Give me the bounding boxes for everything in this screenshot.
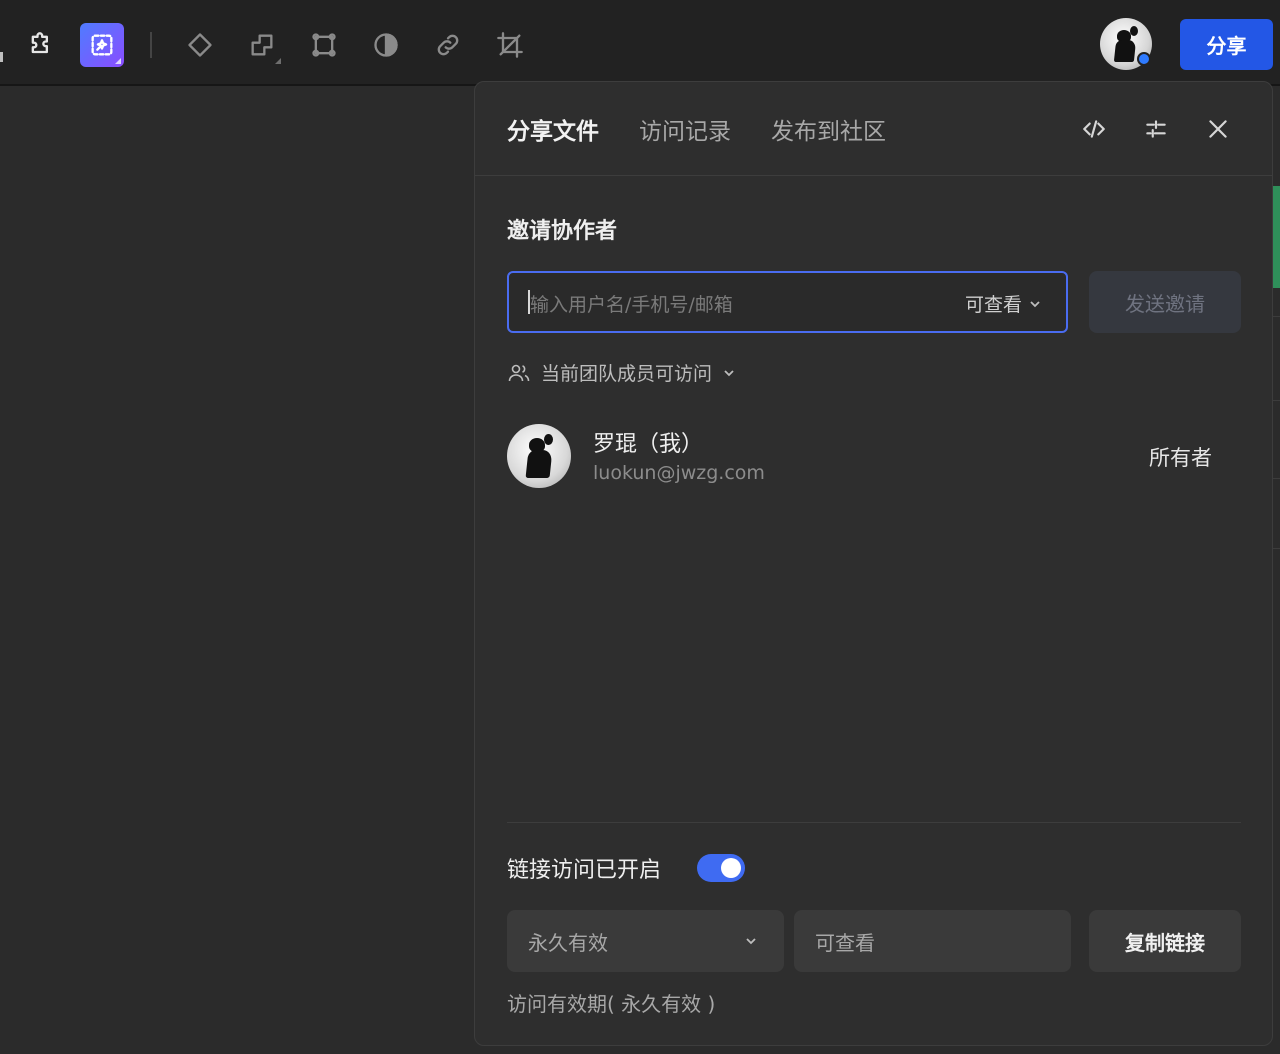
share-button[interactable]: 分享 [1180, 19, 1273, 70]
boolean-icon[interactable] [240, 23, 284, 67]
member-name: 罗琨（我） [593, 432, 704, 457]
invite-section-title: 邀请协作者 [507, 219, 618, 244]
tab-access-log[interactable]: 访问记录 [639, 112, 731, 148]
frame-icon[interactable] [302, 23, 346, 67]
link-section-divider [507, 822, 1241, 823]
panel-header-divider [475, 175, 1272, 176]
member-row: 罗琨（我） luokun@jwzg.com 所有者 [507, 424, 1242, 488]
member-avatar [507, 424, 571, 488]
link-expiry-value: 永久有效 [528, 930, 608, 955]
crop-icon[interactable] [488, 23, 532, 67]
mask-icon[interactable] [364, 23, 408, 67]
link-expiry-select[interactable]: 永久有效 [507, 910, 784, 972]
ai-image-icon[interactable] [80, 23, 124, 67]
people-icon [508, 364, 530, 381]
invite-permission-select[interactable]: 可查看 [965, 290, 1042, 317]
tab-share-file[interactable]: 分享文件 [507, 112, 599, 148]
tab-publish-community[interactable]: 发布到社区 [771, 112, 886, 148]
team-access-label: 当前团队成员可访问 [541, 363, 713, 385]
background-divider [1272, 400, 1280, 401]
close-icon[interactable] [1204, 112, 1232, 146]
plugin-icon[interactable] [19, 23, 63, 67]
invite-input-field[interactable]: 输入用户名/手机号/邮箱 可查看 [507, 271, 1068, 333]
top-toolbar: 分享 [0, 0, 1280, 86]
link-validity-text: 访问有效期( 永久有效 ) [507, 992, 716, 1016]
code-icon[interactable] [1080, 112, 1108, 146]
background-divider [1272, 548, 1280, 549]
team-access-dropdown[interactable]: 当前团队成员可访问 [507, 359, 736, 386]
link-icon[interactable] [426, 23, 470, 67]
toggle-knob [721, 858, 741, 878]
chevron-down-icon [746, 938, 756, 945]
background-green-block [1272, 186, 1280, 288]
background-divider [1272, 316, 1280, 317]
edge-marker [0, 52, 3, 62]
send-invite-button[interactable]: 发送邀请 [1089, 271, 1241, 333]
invite-permission-label: 可查看 [964, 294, 1022, 316]
settings-sliders-icon[interactable] [1142, 112, 1170, 146]
share-panel: 分享文件 访问记录 发布到社区 邀请协作者 输入用户名/手机号/邮箱 可查看 发… [474, 81, 1273, 1046]
link-permission-value: 可查看 [815, 930, 875, 955]
background-divider [1272, 478, 1280, 479]
component-icon[interactable] [178, 23, 222, 67]
link-permission-select[interactable]: 可查看 [794, 910, 1071, 972]
invite-placeholder: 输入用户名/手机号/邮箱 [530, 294, 733, 316]
panel-tabs: 分享文件 访问记录 发布到社区 [507, 112, 886, 148]
online-status-dot [1137, 52, 1151, 66]
link-access-title: 链接访问已开启 [507, 858, 662, 883]
chevron-down-icon [1030, 300, 1040, 307]
panel-header-actions [1080, 112, 1232, 146]
member-role: 所有者 [1149, 446, 1212, 470]
toolbar-divider [150, 32, 152, 58]
member-email: luokun@jwzg.com [593, 462, 765, 484]
copy-link-button[interactable]: 复制链接 [1089, 910, 1241, 972]
link-access-toggle[interactable] [697, 854, 745, 882]
chevron-down-icon [724, 369, 734, 376]
